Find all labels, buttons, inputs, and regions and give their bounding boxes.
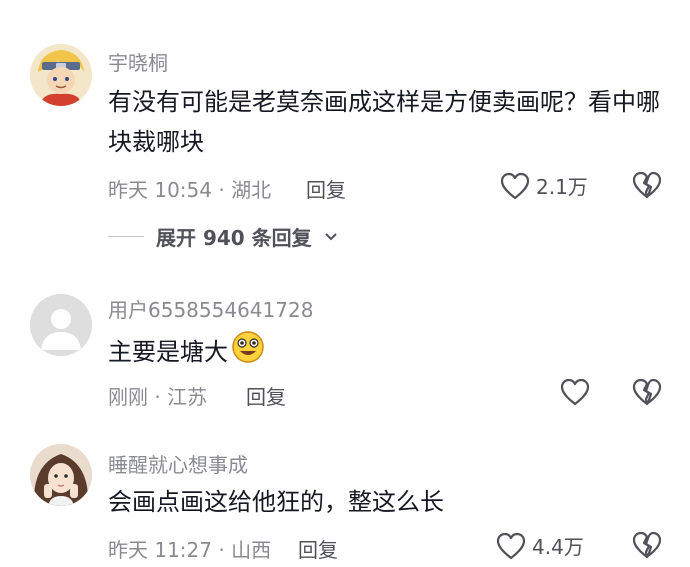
comment-text: 有没有可能是老莫奈画成这样是方便卖画呢？看中哪块裁哪块 (108, 88, 660, 156)
username[interactable]: 用户6558554641728 (108, 294, 313, 323)
expand-replies-button[interactable]: 展开 940 条回复 (108, 222, 338, 251)
expand-replies-label: 展开 940 条回复 (156, 226, 312, 250)
broken-heart-icon (632, 171, 662, 199)
heart-outline-icon (496, 532, 526, 560)
like-button[interactable]: 4.4万 (496, 531, 584, 560)
reply-button[interactable]: 回复 (298, 534, 338, 563)
chevron-down-icon (324, 227, 338, 246)
avatar[interactable] (30, 444, 92, 506)
comment-time-location: 昨天 10:54 · 湖北 (108, 178, 272, 202)
username[interactable]: 宇晓桐 (108, 47, 168, 76)
smiling-emoji-icon (230, 330, 266, 376)
heart-outline-icon (560, 378, 590, 406)
reply-button[interactable]: 回复 (306, 174, 346, 203)
avatar[interactable] (30, 294, 92, 356)
comment-time-location: 昨天 11:27 · 山西 (108, 538, 272, 562)
like-count: 2.1万 (536, 175, 588, 199)
dislike-button[interactable] (632, 171, 662, 199)
broken-heart-icon (632, 531, 662, 559)
username[interactable]: 睡醒就心想事成 (108, 449, 248, 478)
dislike-button[interactable] (632, 531, 662, 559)
avatar[interactable] (30, 44, 92, 106)
like-button[interactable]: 2.1万 (500, 171, 588, 200)
comment-time-location: 刚刚 · 江苏 (108, 385, 208, 409)
heart-outline-icon (500, 172, 530, 200)
reply-button[interactable]: 回复 (246, 381, 286, 410)
comment-text: 会画点画这给他狂的，整这么长 (108, 488, 444, 516)
broken-heart-icon (632, 378, 662, 406)
like-count: 4.4万 (532, 535, 584, 559)
comment-text: 主要是塘大 (108, 330, 668, 376)
comment-text-content: 主要是塘大 (108, 338, 228, 366)
divider (108, 236, 144, 237)
dislike-button[interactable] (632, 378, 662, 406)
like-button[interactable] (560, 378, 596, 406)
